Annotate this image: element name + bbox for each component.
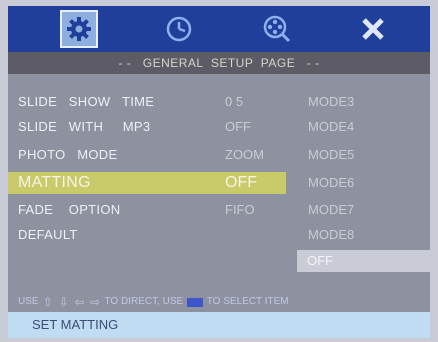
option-mode4[interactable]: MODE4 [308,116,354,137]
menu-item-value: 0 5 [225,94,244,109]
menu-item-value: ZOOM [225,147,264,162]
page-title: - - GENERAL SETUP PAGE - - [8,52,430,74]
film-reel-search-icon [263,15,291,43]
arrow-left-icon: ⇦ [74,295,85,309]
option-mode5[interactable]: MODE5 [308,144,354,165]
close-icon [362,18,384,40]
option-mode6[interactable]: MODE6 [308,172,354,193]
arrow-right-icon: ⇨ [90,295,101,309]
menu-item-value: OFF [225,174,257,191]
option-off-selected[interactable]: OFF [297,250,435,272]
option-mode7[interactable]: MODE7 [308,199,354,220]
status-text: SET MATTING [32,317,119,332]
setup-icon-bar [8,6,430,52]
enter-key-icon [186,297,203,307]
general-setup-tab[interactable] [60,10,98,48]
menu-item-label: PHOTO MODE [18,147,118,162]
status-bar: SET MATTING [8,312,430,338]
dvd-setup-screen: - - GENERAL SETUP PAGE - - SLIDE SHOW TI… [0,0,438,342]
menu-item-value: OFF [225,119,251,134]
menu-item-label: SLIDE SHOW TIME [18,94,155,109]
settings-panel: SLIDE SHOW TIME 0 5 SLIDE WITH MP3 OFF P… [8,74,435,292]
menu-item-fade-option[interactable]: FADE OPTION FIFO [8,199,298,220]
clock-icon [166,16,192,42]
clock-setup-tab[interactable] [160,10,198,48]
menu-item-label: SLIDE WITH MP3 [18,119,151,134]
menu-item-matting[interactable]: MATTING OFF [8,172,286,194]
navigation-hint: USE ⇧ ⇩ ⇦ ⇨ TO DIRECT, USE TO SELECT ITE… [8,292,430,312]
page-title-text: - - GENERAL SETUP PAGE - - [118,56,320,70]
hint-prefix: USE [18,296,39,307]
option-mode8[interactable]: MODE8 [308,224,354,245]
menu-item-slide-with-mp3[interactable]: SLIDE WITH MP3 OFF [8,116,298,137]
menu-item-slide-show-time[interactable]: SLIDE SHOW TIME 0 5 [8,91,298,112]
menu-item-label: FADE OPTION [18,202,121,217]
menu-item-value: FIFO [225,202,255,217]
hint-suffix: TO SELECT ITEM [206,296,289,307]
option-mode3[interactable]: MODE3 [308,91,354,112]
exit-setup-tab[interactable] [354,10,392,48]
menu-item-photo-mode[interactable]: PHOTO MODE ZOOM [8,144,298,165]
menu-item-label: MATTING [18,174,91,191]
arrow-up-icon: ⇧ [42,295,53,309]
menu-item-label: DEFAULT [18,227,78,242]
media-setup-tab[interactable] [258,10,296,48]
hint-middle: TO DIRECT, USE [104,296,184,307]
arrow-down-icon: ⇩ [58,295,69,309]
gear-icon [67,17,91,41]
menu-item-default[interactable]: DEFAULT [8,224,298,245]
